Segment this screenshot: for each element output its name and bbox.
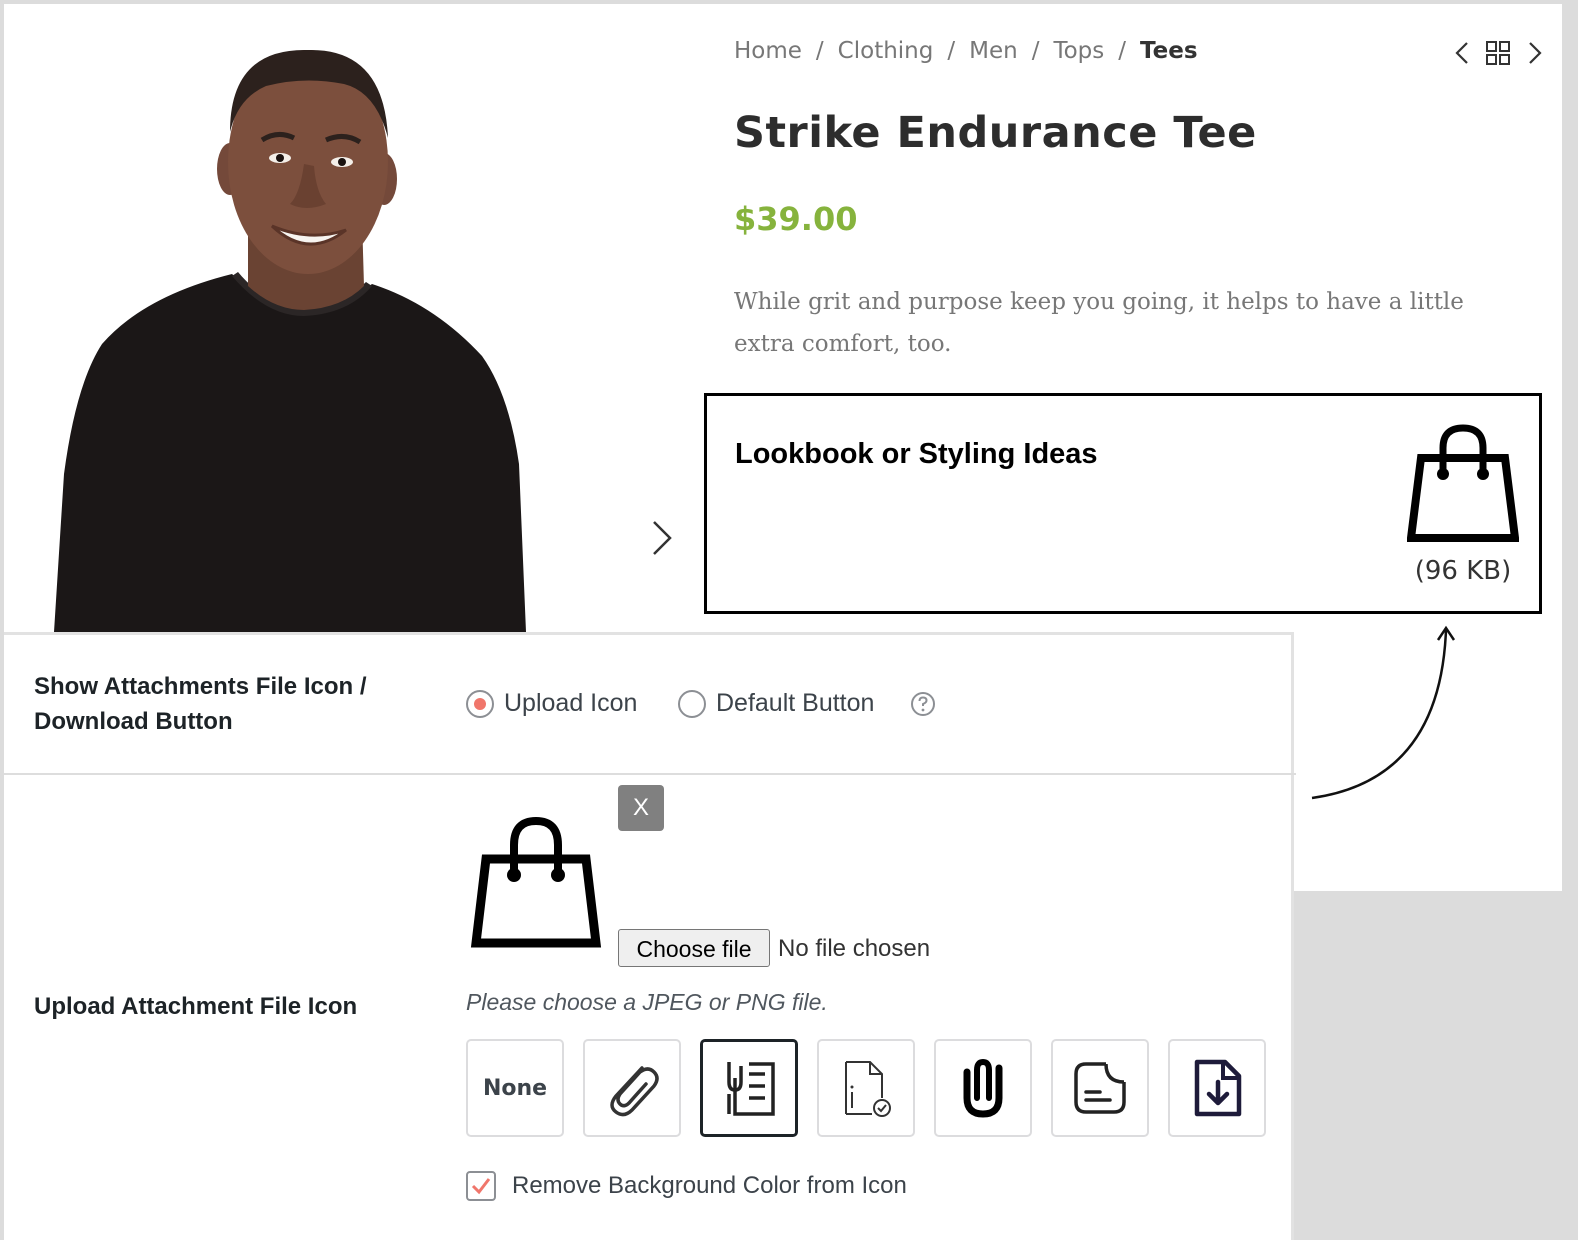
icon-option-none-label: None — [482, 1075, 548, 1101]
breadcrumb-separator: / — [815, 38, 824, 64]
shopping-bag-icon — [470, 816, 602, 948]
help-icon[interactable] — [910, 691, 936, 717]
choose-file-button[interactable]: Choose file — [618, 929, 770, 967]
icon-option-document-check[interactable] — [817, 1039, 915, 1137]
gallery-next-arrow-icon[interactable] — [644, 516, 680, 560]
icon-option-paperclip[interactable] — [583, 1039, 681, 1137]
breadcrumb-home[interactable]: Home — [734, 38, 802, 64]
previous-product-icon[interactable] — [1449, 38, 1477, 68]
attachment-settings-panel: Show Attachments File Icon / Download Bu… — [4, 632, 1296, 1240]
radio-default-button[interactable]: Default Button — [678, 689, 874, 718]
breadcrumb-tops[interactable]: Tops — [1053, 38, 1104, 64]
file-status: No file chosen — [778, 935, 931, 962]
next-product-icon[interactable] — [1520, 38, 1548, 68]
remove-background-option[interactable]: Remove Background Color from Icon — [466, 1171, 907, 1201]
icon-option-clipped-list[interactable] — [700, 1039, 798, 1137]
remove-background-label: Remove Background Color from Icon — [512, 1172, 907, 1199]
radio-upload-icon-label: Upload Icon — [504, 689, 638, 717]
sticky-note-icon — [1074, 1062, 1126, 1114]
breadcrumb-clothing[interactable]: Clothing — [838, 38, 934, 64]
attachment-file-size: (96 KB) — [1414, 556, 1512, 586]
remove-background-checkbox[interactable] — [466, 1171, 496, 1201]
curved-arrow-icon — [1311, 625, 1456, 800]
show-attachments-label: Show Attachments File Icon / Download Bu… — [34, 673, 367, 735]
document-check-icon — [845, 1061, 891, 1117]
remove-icon-button[interactable]: X — [618, 785, 664, 831]
upload-icon-label: Upload Attachment File Icon — [34, 993, 358, 1020]
icon-option-bold-paperclip[interactable] — [934, 1039, 1032, 1137]
icon-option-sticky-note[interactable] — [1051, 1039, 1149, 1137]
radio-upload-icon[interactable]: Upload Icon — [466, 689, 637, 718]
paperclip-icon — [610, 1066, 659, 1117]
clipped-list-icon — [727, 1062, 775, 1116]
radio-button-selected[interactable] — [466, 689, 494, 718]
product-photo — [4, 4, 644, 632]
attachment-download-card[interactable]: Lookbook or Styling Ideas (96 KB) — [704, 393, 1542, 614]
breadcrumb-separator: / — [947, 38, 956, 64]
grid-view-icon[interactable] — [1484, 38, 1512, 68]
icon-option-file-download[interactable] — [1168, 1039, 1266, 1137]
breadcrumb-separator: / — [1118, 38, 1126, 64]
product-title: Strike Endurance Tee — [734, 108, 1257, 158]
bold-paperclip-icon — [963, 1058, 1003, 1118]
file-download-icon — [1194, 1059, 1242, 1117]
row-divider — [4, 773, 1296, 775]
radio-button[interactable] — [678, 689, 706, 718]
attachment-title: Lookbook or Styling Ideas — [735, 438, 1098, 470]
checkmark-icon — [471, 1178, 491, 1195]
breadcrumb-separator: / — [1031, 38, 1040, 64]
file-type-hint: Please choose a JPEG or PNG file. — [466, 989, 828, 1015]
product-price: $39.00 — [734, 200, 858, 238]
product-description: While grit and purpose keep you going, i… — [734, 289, 1464, 357]
icon-option-none[interactable]: None — [466, 1039, 564, 1137]
shopping-bag-icon — [1407, 424, 1519, 542]
breadcrumb-current: Tees — [1139, 38, 1198, 64]
breadcrumb-men[interactable]: Men — [969, 38, 1018, 64]
radio-default-button-label: Default Button — [716, 689, 875, 717]
breadcrumb: Home / Clothing / Men / Tops / Tees — [734, 38, 1198, 64]
